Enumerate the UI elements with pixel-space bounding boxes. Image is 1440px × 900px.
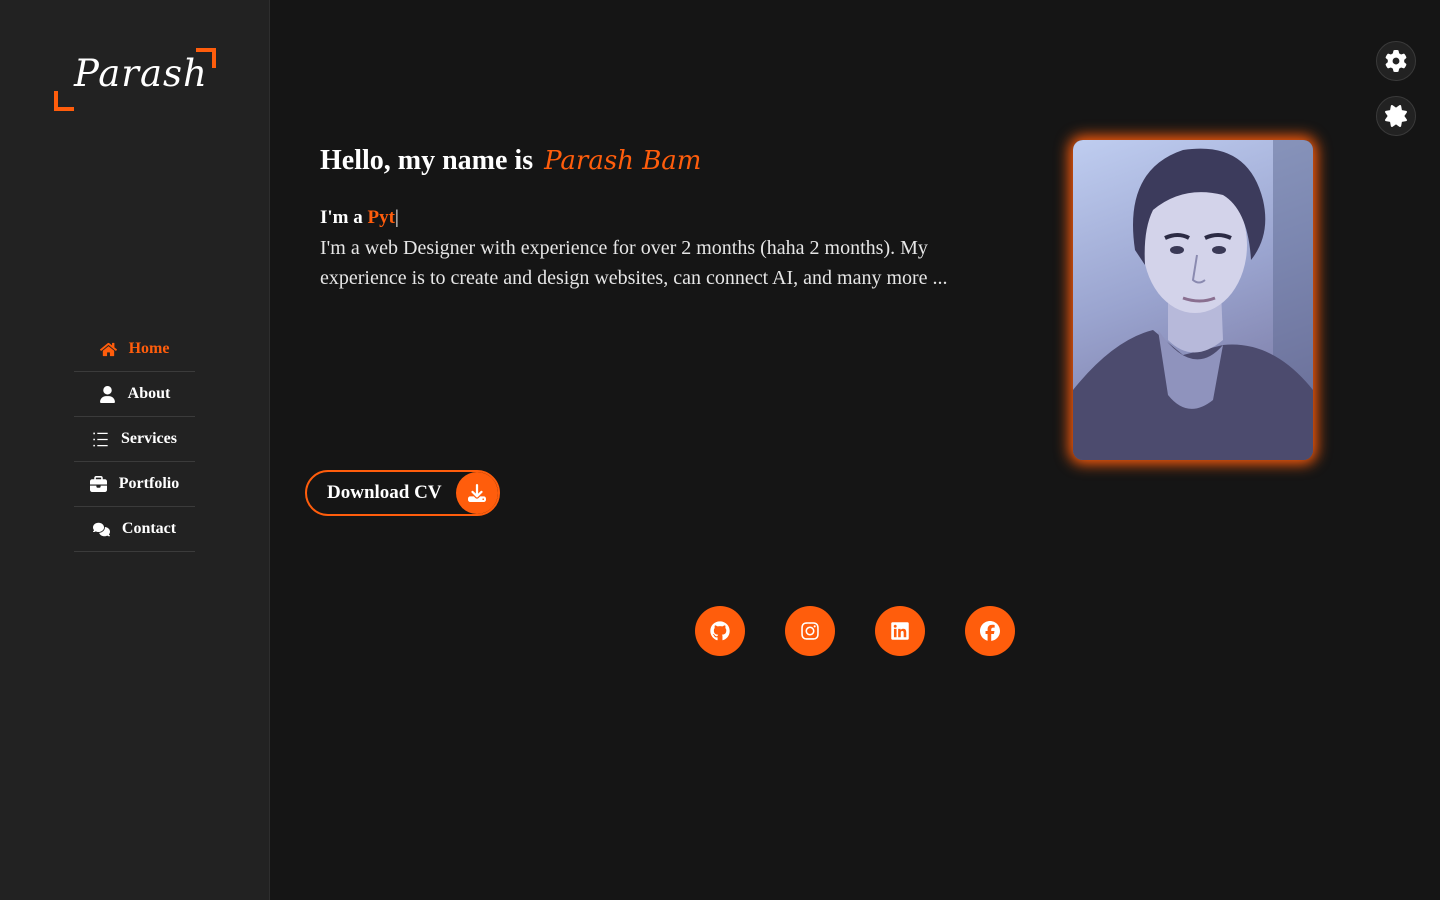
main-nav: Home About Services Portfolio Contact: [74, 327, 195, 552]
download-icon: [456, 472, 498, 514]
nav-label-home: Home: [128, 340, 170, 357]
list-icon: [93, 432, 108, 446]
linkedin-link[interactable]: [875, 606, 925, 656]
nav-item-services[interactable]: Services: [74, 417, 195, 462]
download-cv-button[interactable]: Download CV: [305, 470, 500, 516]
nav-item-contact[interactable]: Contact: [74, 507, 195, 552]
briefcase-icon: [89, 475, 107, 492]
facebook-link[interactable]: [965, 606, 1015, 656]
sun-icon: [1385, 105, 1407, 127]
github-icon: [710, 621, 730, 641]
facebook-icon: [980, 621, 1000, 641]
typing-text: Pyt: [367, 207, 395, 228]
gear-icon: [1385, 50, 1407, 72]
nav-item-portfolio[interactable]: Portfolio: [74, 462, 195, 507]
hero-name: Parash Bam: [544, 146, 702, 176]
nav-item-about[interactable]: About: [74, 372, 195, 417]
typing-prefix: I'm a: [320, 207, 363, 228]
hero-greeting: Hello, my name is Parash Bam: [320, 145, 701, 177]
sidebar: Parash Home About Services Portfolio Con…: [0, 0, 270, 900]
nav-label-contact: Contact: [121, 520, 177, 537]
comments-icon: [92, 522, 110, 536]
nav-label-about: About: [127, 385, 171, 402]
profile-photo: [1073, 140, 1313, 460]
instagram-icon: [801, 622, 819, 640]
theme-toggle-button[interactable]: [1376, 96, 1416, 136]
download-cv-label: Download CV: [327, 482, 442, 503]
logo-corner-bottom-left: [54, 91, 74, 111]
linkedin-icon: [891, 622, 909, 640]
hero-description: I'm a web Designer with experience for o…: [320, 237, 948, 289]
typing-cursor: |: [394, 207, 399, 228]
social-links: [695, 606, 1015, 656]
settings-button[interactable]: [1376, 41, 1416, 81]
nav-label-services: Services: [121, 430, 177, 447]
nav-label-portfolio: Portfolio: [118, 475, 180, 492]
greeting-text: Hello, my name is: [320, 145, 534, 176]
nav-item-home[interactable]: Home: [74, 327, 195, 372]
instagram-link[interactable]: [785, 606, 835, 656]
logo-text: Parash: [74, 52, 208, 95]
github-link[interactable]: [695, 606, 745, 656]
typing-line: I'm a Pyt|: [320, 207, 399, 229]
home-icon: [99, 342, 117, 356]
logo[interactable]: Parash: [54, 48, 216, 111]
user-icon: [99, 385, 115, 403]
